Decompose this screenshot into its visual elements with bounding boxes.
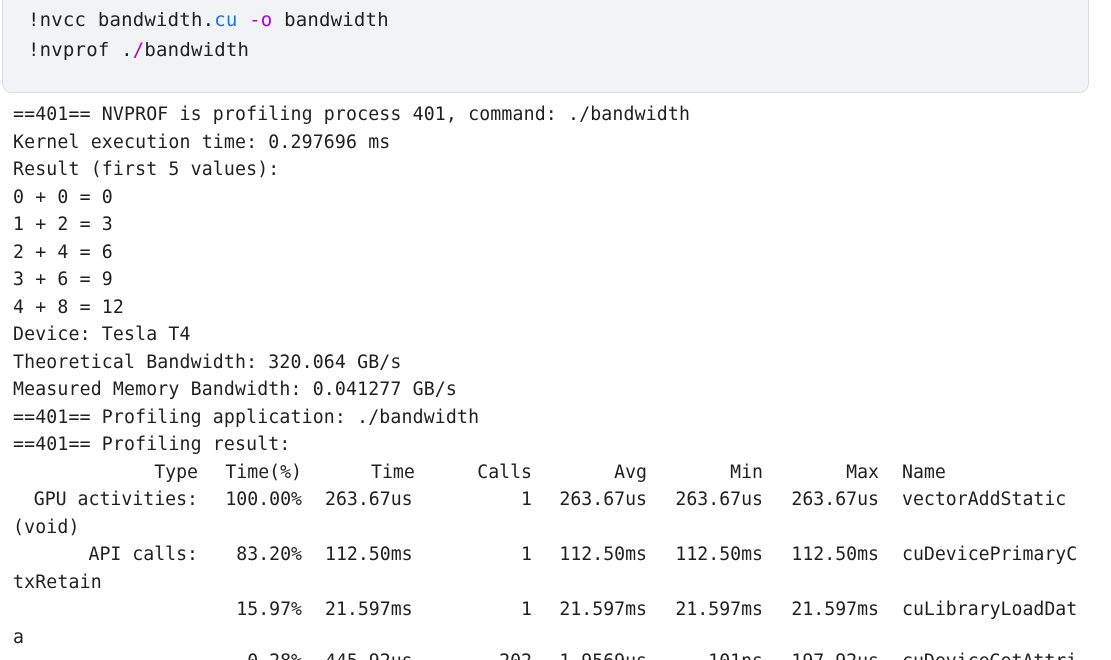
row-avg: 21.597ms xyxy=(559,599,647,620)
row-time-pct: 100.00% xyxy=(225,489,302,510)
code-token: !nvprof . xyxy=(28,39,133,61)
row-name-wrap: a xyxy=(13,626,25,648)
code-token-operator: -o xyxy=(237,9,273,31)
output-line: Measured Memory Bandwidth: 0.041277 GB/s xyxy=(13,379,457,400)
row-time-pct: 83.20% xyxy=(236,544,302,565)
code-cell[interactable]: !nvcc bandwidth.cu -o bandwidth !nvprof … xyxy=(2,0,1089,93)
profile-row-partial: 0.28% 445.92us 202 1.9569us 101ns 197.92… xyxy=(13,650,1103,660)
row-time: 21.597ms xyxy=(325,599,413,620)
code-token-operator: / xyxy=(132,39,145,61)
code-line-nvcc[interactable]: !nvcc bandwidth.cu -o bandwidth xyxy=(28,5,389,35)
row-time-pct: 15.97% xyxy=(236,599,302,620)
row-min: 101ns xyxy=(708,650,763,660)
row-avg: 1.9569us xyxy=(559,650,647,660)
header-time: Time xyxy=(371,461,415,483)
output-line: 0 + 0 = 0 xyxy=(13,186,113,208)
row-name-wrap: (void) xyxy=(13,516,80,538)
code-token: bandwidth xyxy=(272,9,389,31)
row-type: API calls: xyxy=(88,544,199,565)
cutoff-row-clip: 0.28% 445.92us 202 1.9569us 101ns 197.92… xyxy=(0,650,1111,660)
output-line: 3 + 6 = 9 xyxy=(13,269,113,290)
output-line: 2 + 4 = 6 xyxy=(13,241,113,263)
row-time-pct: 0.28% xyxy=(247,650,302,660)
row-calls: 1 xyxy=(521,599,532,620)
row-name-wrap: txRetain xyxy=(13,571,102,593)
row-calls: 1 xyxy=(521,489,532,510)
row-name: vectorAddStatic xyxy=(902,489,1067,510)
profile-row: GPU activities: 100.00% 263.67us 1 263.6… xyxy=(13,486,1103,514)
output-line: ==401== Profiling result: xyxy=(13,434,291,455)
row-name: cuLibraryLoadDat xyxy=(902,599,1078,620)
code-token: bandwidth xyxy=(144,39,250,61)
row-min: 112.50ms xyxy=(675,544,763,565)
profile-row: 15.97% 21.597ms 1 21.597ms 21.597ms 21.5… xyxy=(13,596,1103,624)
profile-row: API calls: 83.20% 112.50ms 1 112.50ms 11… xyxy=(13,541,1103,569)
header-min: Min xyxy=(730,461,763,483)
cell-output: ==401== NVPROF is profiling process 401,… xyxy=(13,101,1103,651)
row-name: cuDevicePrimaryC xyxy=(902,544,1078,565)
row-max: 21.597ms xyxy=(791,599,879,620)
output-line: Theoretical Bandwidth: 320.064 GB/s xyxy=(13,351,402,373)
header-name: Name xyxy=(902,461,946,483)
row-time: 263.67us xyxy=(325,489,413,510)
row-avg: 112.50ms xyxy=(559,544,647,565)
row-calls: 1 xyxy=(521,544,532,565)
code-token-extension: cu xyxy=(214,9,238,31)
output-line: 4 + 8 = 12 xyxy=(13,296,124,318)
row-name: cuDeviceGetAttri xyxy=(902,650,1077,660)
row-avg: 263.67us xyxy=(559,489,647,510)
output-line: ==401== Profiling application: ./bandwid… xyxy=(13,406,480,428)
row-min: 21.597ms xyxy=(675,599,763,620)
row-calls: 202 xyxy=(499,650,532,660)
header-type: Type xyxy=(154,461,198,483)
row-type: GPU activities: xyxy=(33,489,198,510)
header-avg: Avg xyxy=(614,461,647,483)
header-time-pct: Time(%) xyxy=(225,461,302,483)
header-calls: Calls xyxy=(477,461,532,483)
output-line: Device: Tesla T4 xyxy=(13,324,191,345)
code-line-nvprof[interactable]: !nvprof ./bandwidth xyxy=(28,35,249,65)
output-line: Result (first 5 values): xyxy=(13,159,280,180)
output-line: 1 + 2 = 3 xyxy=(13,214,113,235)
row-max: 112.50ms xyxy=(791,544,879,565)
header-max: Max xyxy=(846,461,879,483)
profile-table-header: Type Time(%) Time Calls Avg Min Max Name xyxy=(13,459,1103,487)
row-min: 263.67us xyxy=(675,489,763,510)
row-time: 112.50ms xyxy=(325,544,413,565)
row-max: 197.92us xyxy=(791,650,879,660)
output-line: Kernel execution time: 0.297696 ms xyxy=(13,131,391,153)
code-token: !nvcc bandwidth. xyxy=(28,9,215,31)
row-time: 445.92us xyxy=(325,650,413,660)
row-max: 263.67us xyxy=(791,489,879,510)
output-line: ==401== NVPROF is profiling process 401,… xyxy=(13,104,691,125)
